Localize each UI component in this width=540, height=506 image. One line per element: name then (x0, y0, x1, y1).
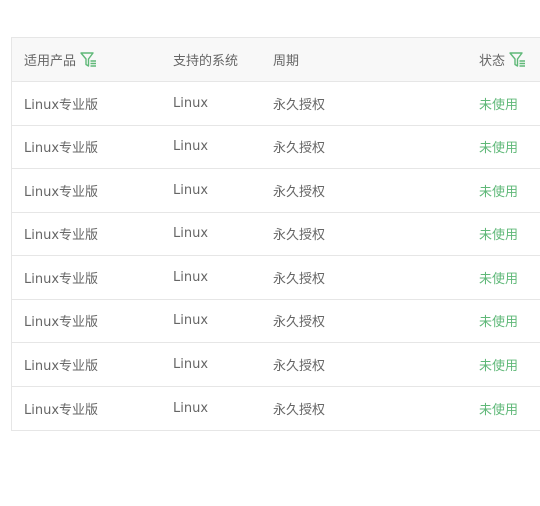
column-header-system: 支持的系统 (173, 54, 239, 69)
status-badge: 未使用 (479, 97, 519, 113)
table-row[interactable]: Linux专业版 Linux 永久授权 未使用 (12, 343, 540, 387)
table-row[interactable]: Linux专业版 Linux 永久授权 未使用 (12, 82, 540, 126)
system-cell: Linux (173, 313, 209, 329)
table-header: 适用产品 支持的系统 周期 状态 (12, 38, 540, 82)
system-cell: Linux (173, 226, 209, 242)
column-header-period: 周期 (273, 54, 300, 69)
status-badge: 未使用 (479, 141, 519, 157)
column-header-product: 适用产品 (24, 38, 97, 81)
system-cell: Linux (173, 400, 209, 416)
table-row[interactable]: Linux专业版 Linux 永久授权 未使用 (12, 300, 540, 343)
product-cell: Linux专业版 (24, 402, 99, 418)
license-table: 适用产品 支持的系统 周期 状态 Linux专业版 Linux 永久授权 未使用 (11, 37, 540, 431)
table-row[interactable]: Linux专业版 Linux 永久授权 未使用 (12, 213, 540, 256)
system-cell: Linux (173, 269, 209, 285)
status-badge: 未使用 (479, 315, 519, 331)
period-cell: 永久授权 (273, 315, 326, 331)
period-cell: 永久授权 (273, 228, 326, 244)
period-cell: 永久授权 (273, 402, 326, 418)
product-cell: Linux专业版 (24, 184, 99, 200)
filter-icon[interactable] (509, 51, 526, 68)
table-body: Linux专业版 Linux 永久授权 未使用 Linux专业版 Linux 永… (12, 82, 540, 430)
status-badge: 未使用 (479, 184, 519, 200)
system-cell: Linux (173, 95, 209, 111)
system-cell: Linux (173, 139, 209, 155)
status-badge: 未使用 (479, 228, 519, 244)
product-cell: Linux专业版 (24, 358, 99, 374)
product-cell: Linux专业版 (24, 315, 99, 331)
product-cell: Linux专业版 (24, 141, 99, 157)
product-cell: Linux专业版 (24, 228, 99, 244)
table-row[interactable]: Linux专业版 Linux 永久授权 未使用 (12, 256, 540, 300)
status-badge: 未使用 (479, 358, 519, 374)
period-cell: 永久授权 (273, 271, 326, 287)
system-cell: Linux (173, 356, 209, 372)
table-row[interactable]: Linux专业版 Linux 永久授权 未使用 (12, 387, 540, 431)
status-badge: 未使用 (479, 271, 519, 287)
table-row[interactable]: Linux专业版 Linux 永久授权 未使用 (12, 169, 540, 213)
status-badge: 未使用 (479, 402, 519, 418)
product-cell: Linux专业版 (24, 97, 99, 113)
period-cell: 永久授权 (273, 97, 326, 113)
period-cell: 永久授权 (273, 141, 326, 157)
system-cell: Linux (173, 182, 209, 198)
column-header-status: 状态 (479, 38, 526, 81)
period-cell: 永久授权 (273, 184, 326, 200)
column-header-label: 状态 (479, 54, 506, 69)
product-cell: Linux专业版 (24, 271, 99, 287)
filter-icon[interactable] (80, 51, 97, 68)
table-row[interactable]: Linux专业版 Linux 永久授权 未使用 (12, 126, 540, 169)
column-header-label: 适用产品 (24, 54, 77, 69)
period-cell: 永久授权 (273, 358, 326, 374)
